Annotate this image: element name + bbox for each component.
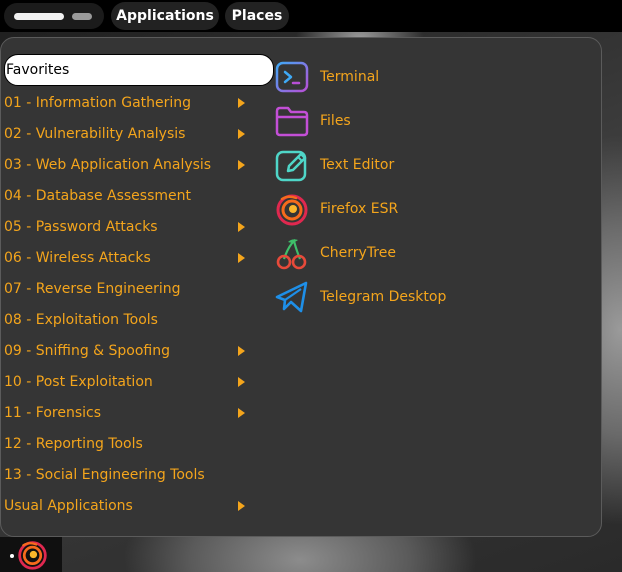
- category-password-attacks[interactable]: 05 - Password Attacks: [4, 212, 254, 243]
- submenu-arrow-icon: [238, 408, 245, 418]
- category-usual-applications[interactable]: Usual Applications: [4, 491, 254, 522]
- menu-search-input[interactable]: Favorites: [4, 54, 274, 86]
- app-label: CherryTree: [320, 245, 396, 261]
- category-social-engineering-tools[interactable]: 13 - Social Engineering Tools: [4, 460, 254, 491]
- category-label: 02 - Vulnerability Analysis: [4, 126, 186, 142]
- category-database-assessment[interactable]: 04 - Database Assessment: [4, 181, 254, 212]
- category-post-exploitation[interactable]: 10 - Post Exploitation: [4, 367, 254, 398]
- app-terminal[interactable]: Terminal: [274, 59, 574, 103]
- submenu-arrow-icon: [238, 253, 245, 263]
- category-web-application-analysis[interactable]: 03 - Web Application Analysis: [4, 150, 254, 181]
- folder-icon: [275, 106, 309, 137]
- app-label: Terminal: [320, 69, 380, 85]
- app-telegram-desktop[interactable]: Telegram Desktop: [274, 279, 574, 323]
- app-label: Firefox ESR: [320, 201, 399, 217]
- category-label: 07 - Reverse Engineering: [4, 281, 181, 297]
- category-sniffing-spoofing[interactable]: 09 - Sniffing & Spoofing: [4, 336, 254, 367]
- terminal-icon: [275, 61, 309, 93]
- submenu-arrow-icon: [238, 160, 245, 170]
- category-label: 09 - Sniffing & Spoofing: [4, 343, 171, 359]
- app-cherrytree[interactable]: CherryTree: [274, 235, 574, 279]
- applications-menu-button[interactable]: Applications: [111, 2, 219, 30]
- category-label: 12 - Reporting Tools: [4, 436, 143, 452]
- category-label: 06 - Wireless Attacks: [4, 250, 151, 266]
- workspace-indicator[interactable]: [4, 3, 104, 29]
- text-editor-icon: [275, 150, 307, 182]
- workspace-2-indicator[interactable]: [72, 13, 92, 20]
- app-files[interactable]: Files: [274, 103, 574, 147]
- category-exploitation-tools[interactable]: 08 - Exploitation Tools: [4, 305, 254, 336]
- firefox-icon: [276, 194, 308, 226]
- category-label: 03 - Web Application Analysis: [4, 157, 212, 173]
- category-information-gathering[interactable]: 01 - Information Gathering: [4, 88, 254, 119]
- category-wireless-attacks[interactable]: 06 - Wireless Attacks: [4, 243, 254, 274]
- telegram-icon: [275, 281, 308, 313]
- dock: [0, 537, 62, 572]
- submenu-arrow-icon: [238, 346, 245, 356]
- app-label: Files: [320, 113, 351, 129]
- category-vulnerability-analysis[interactable]: 02 - Vulnerability Analysis: [4, 119, 254, 150]
- app-text-editor[interactable]: Text Editor: [274, 147, 574, 191]
- workspace-1-indicator[interactable]: [14, 13, 64, 20]
- firefox-icon[interactable]: [16, 538, 49, 571]
- category-reporting-tools[interactable]: 12 - Reporting Tools: [4, 429, 254, 460]
- applications-menu: Favorites 01 - Information Gathering 02 …: [0, 37, 602, 537]
- running-indicator: [10, 554, 14, 558]
- submenu-arrow-icon: [238, 98, 245, 108]
- app-label: Telegram Desktop: [320, 289, 447, 305]
- submenu-arrow-icon: [238, 377, 245, 387]
- category-label: 11 - Forensics: [4, 405, 101, 421]
- category-label: Usual Applications: [4, 498, 133, 514]
- app-label: Text Editor: [320, 157, 395, 173]
- submenu-arrow-icon: [238, 222, 245, 232]
- cherrytree-icon: [276, 238, 307, 270]
- submenu-arrow-icon: [238, 129, 245, 139]
- category-label: 04 - Database Assessment: [4, 188, 191, 204]
- submenu-arrow-icon: [238, 501, 245, 511]
- category-reverse-engineering[interactable]: 07 - Reverse Engineering: [4, 274, 254, 305]
- category-label: 08 - Exploitation Tools: [4, 312, 158, 328]
- places-menu-button[interactable]: Places: [225, 2, 289, 30]
- category-label: 10 - Post Exploitation: [4, 374, 153, 390]
- category-label: 05 - Password Attacks: [4, 219, 158, 235]
- top-panel: Applications Places: [0, 0, 622, 32]
- category-label: 13 - Social Engineering Tools: [4, 467, 205, 483]
- category-label: 01 - Information Gathering: [4, 95, 192, 111]
- app-firefox-esr[interactable]: Firefox ESR: [274, 191, 574, 235]
- category-forensics[interactable]: 11 - Forensics: [4, 398, 254, 429]
